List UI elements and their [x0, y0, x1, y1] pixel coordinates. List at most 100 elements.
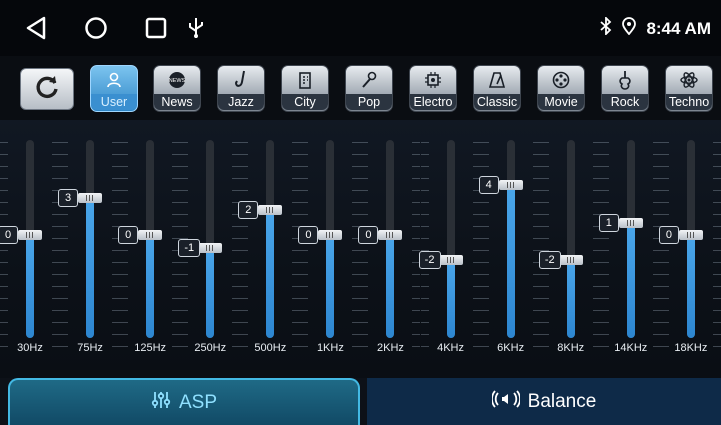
band-frequency-label: 8KHz [557, 342, 585, 354]
slider-knob[interactable] [618, 217, 643, 228]
preset-user[interactable]: User [90, 65, 138, 112]
eq-band-18khz: 0 18KHz [658, 120, 721, 378]
band-frequency-label: 14KHz [614, 342, 648, 354]
preset-label: Rock [602, 94, 648, 110]
preset-label: Electro [410, 94, 456, 110]
preset-classic[interactable]: Classic [473, 65, 521, 112]
slider-knob[interactable] [198, 242, 223, 253]
band-frequency-label: 18KHz [674, 342, 708, 354]
bluetooth-icon [600, 15, 612, 40]
speaker-icon [490, 389, 521, 414]
slider-fill [566, 260, 575, 338]
saxophone-icon [232, 69, 250, 91]
preset-label: Jazz [218, 94, 264, 110]
eq-band-75hz: 3 75Hz [58, 120, 121, 378]
slider-knob[interactable] [78, 192, 103, 203]
eq-band-14khz: 1 14KHz [598, 120, 661, 378]
eq-band-125hz: 0 125Hz [118, 120, 181, 378]
preset-pop[interactable]: Pop [345, 65, 393, 112]
band-value-badge: -2 [418, 251, 441, 269]
slider-knob[interactable] [138, 230, 163, 240]
band-frequency-label: 2KHz [377, 342, 404, 354]
preset-electro[interactable]: Electro [409, 65, 457, 112]
metronome-icon [488, 69, 506, 91]
eq-band-2khz: 0 2KHz [358, 120, 421, 378]
slider-track[interactable] [566, 140, 575, 338]
slider-track[interactable] [86, 140, 95, 338]
tab-asp-label: ASP [178, 391, 218, 413]
preset-bar: User NEWS News Jazz City Pop Electro Classic Mov… [0, 56, 721, 120]
slider-fill [386, 235, 395, 338]
preset-techno[interactable]: Techno [665, 65, 713, 112]
clock-time: 8:44 AM [646, 18, 711, 38]
tab-balance[interactable]: Balance [367, 378, 721, 425]
eq-band-250hz: -1 250Hz [178, 120, 241, 378]
slider-track[interactable] [506, 140, 515, 338]
band-value-badge: 0 [358, 226, 379, 244]
band-frequency-label: 1KHz [316, 342, 344, 354]
preset-jazz[interactable]: Jazz [217, 65, 265, 112]
guitar-icon [616, 69, 634, 91]
band-value-badge: 3 [58, 188, 79, 207]
band-frequency-label: 250Hz [194, 342, 227, 354]
band-frequency-label: 30Hz [17, 342, 43, 354]
slider-knob[interactable] [258, 205, 283, 215]
slider-track[interactable] [206, 140, 215, 338]
eq-band-8khz: -2 8KHz [538, 120, 601, 378]
tab-balance-label: Balance [527, 390, 597, 412]
preset-label: Pop [346, 94, 392, 110]
slider-fill [506, 185, 515, 338]
sliders-icon [151, 390, 171, 416]
building-icon [296, 69, 314, 91]
band-frequency-label: 75Hz [77, 342, 103, 354]
recents-square-icon[interactable] [142, 14, 170, 42]
slider-knob[interactable] [18, 230, 42, 240]
band-value-badge: 1 [598, 213, 619, 232]
slider-knob[interactable] [318, 230, 343, 240]
preset-label: News [154, 94, 200, 110]
eq-band-4khz: -2 4KHz [418, 120, 481, 378]
slider-knob[interactable] [378, 230, 403, 240]
user-icon [105, 69, 123, 91]
chip-icon [424, 69, 442, 91]
slider-knob[interactable] [438, 255, 463, 265]
band-frequency-label: 125Hz [134, 342, 167, 354]
band-value-badge: 4 [478, 176, 499, 194]
slider-fill [206, 247, 215, 338]
slider-knob[interactable] [678, 230, 703, 240]
slider-track[interactable] [626, 140, 635, 338]
preset-rock[interactable]: Rock [601, 65, 649, 112]
equalizer-panel: 0 30Hz 3 75Hz 0 125Hz -1 250Hz 2 500Hz 0 1KHz 0 2KHz -… [0, 120, 721, 378]
home-circle-icon[interactable] [82, 14, 110, 42]
slider-knob[interactable] [498, 180, 523, 190]
slider-fill [86, 197, 95, 338]
slider-fill [26, 235, 34, 338]
band-value-badge: 0 [658, 226, 679, 244]
band-value-badge: -1 [178, 238, 201, 257]
eq-band-6khz: 4 6KHz [478, 120, 541, 378]
reset-button[interactable] [20, 68, 74, 110]
preset-news[interactable]: NEWS News [153, 65, 201, 112]
preset-movie[interactable]: Movie [537, 65, 585, 112]
status-bar: 8:44 AM [0, 0, 721, 56]
slider-track[interactable] [266, 140, 275, 338]
slider-fill [626, 222, 635, 338]
news-icon: NEWS [167, 69, 187, 91]
slider-fill [326, 235, 335, 338]
microphone-icon [360, 69, 378, 91]
refresh-icon [34, 74, 60, 105]
slider-fill [266, 210, 275, 338]
back-triangle-icon[interactable] [22, 14, 50, 42]
film-reel-icon [552, 69, 570, 91]
tab-asp[interactable]: ASP [8, 378, 360, 425]
atom-icon [679, 69, 699, 91]
preset-label: Classic [474, 94, 520, 110]
eq-band-500hz: 2 500Hz [238, 120, 301, 378]
slider-track[interactable] [446, 140, 455, 338]
band-value-badge: 0 [298, 226, 319, 244]
preset-city[interactable]: City [281, 65, 329, 112]
location-pin-icon [622, 17, 637, 40]
svg-text:NEWS: NEWS [169, 78, 186, 84]
band-value-badge: 2 [238, 201, 259, 219]
slider-knob[interactable] [558, 255, 583, 265]
